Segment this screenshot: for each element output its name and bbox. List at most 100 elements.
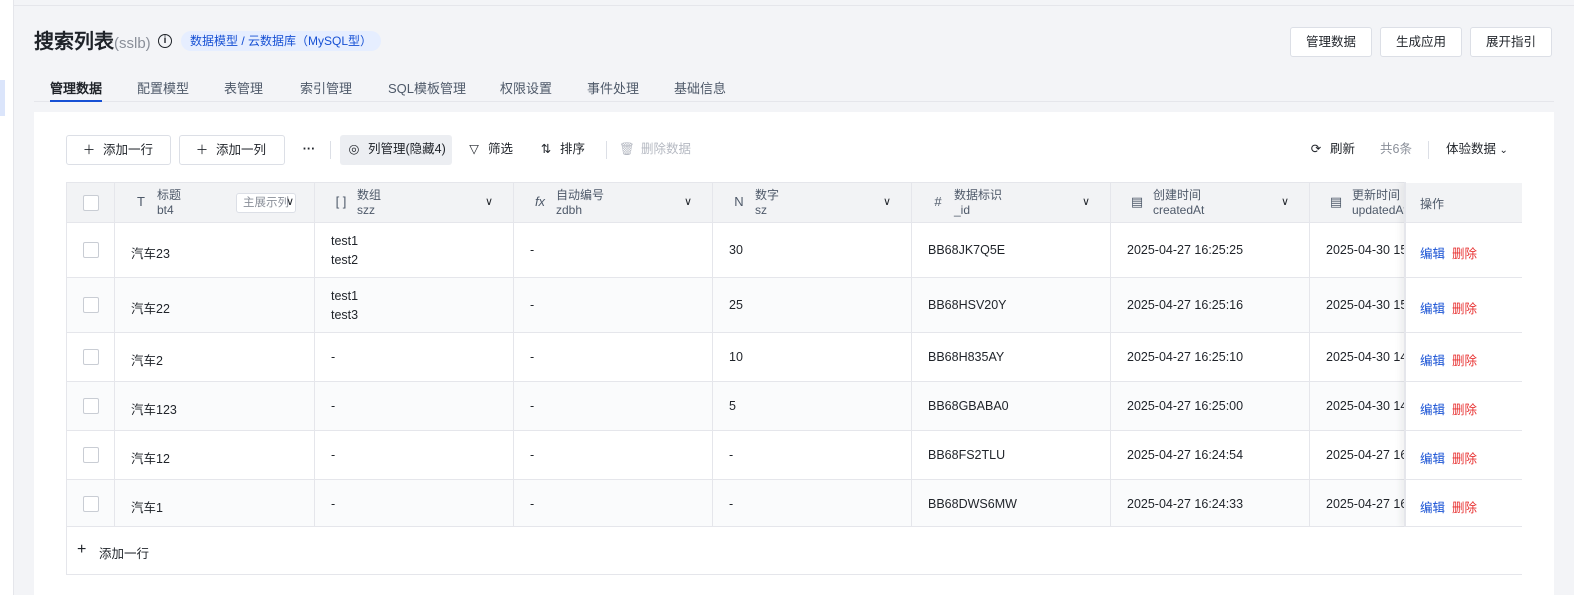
chevron-down-icon[interactable]: ∨ <box>1281 195 1289 208</box>
delete-link[interactable]: 删除 <box>1452 497 1477 516</box>
cell-array[interactable]: - <box>315 431 514 479</box>
add-row-footer[interactable]: + 添加一行 <box>66 527 1522 575</box>
column-header-id[interactable]: # 数据标识 _id ∨ <box>912 183 1111 223</box>
delete-link[interactable]: 删除 <box>1452 350 1477 369</box>
chevron-down-icon[interactable]: ∨ <box>684 195 692 208</box>
column-header-title[interactable]: T 标题 bt4 主展示列 ∨ <box>115 183 315 223</box>
cell-array[interactable]: test1 test2 <box>315 223 514 277</box>
cell-auto-number[interactable]: - <box>514 223 713 277</box>
edit-link[interactable]: 编辑 <box>1420 298 1445 317</box>
generate-app-button[interactable]: 生成应用 <box>1380 27 1462 57</box>
cell-id[interactable]: BB68GBABA0 <box>912 382 1111 430</box>
tab-table-manage[interactable]: 表管理 <box>224 78 263 102</box>
cell-created[interactable]: 2025-04-27 16:25:25 <box>1111 223 1310 277</box>
edit-link[interactable]: 编辑 <box>1420 243 1445 262</box>
sort-button[interactable]: ⇅ 排序 <box>538 135 598 165</box>
cell-title[interactable]: 汽车1 <box>115 480 315 526</box>
cell-created[interactable]: 2025-04-27 16:25:10 <box>1111 333 1310 381</box>
cell-created[interactable]: 2025-04-27 16:25:16 <box>1111 278 1310 332</box>
row-checkbox[interactable] <box>83 398 99 414</box>
cell-number[interactable]: 30 <box>713 223 912 277</box>
tab-permissions[interactable]: 权限设置 <box>500 78 552 102</box>
row-select-cell <box>67 278 115 332</box>
refresh-button[interactable]: ⟳ 刷新 <box>1308 135 1364 165</box>
cell-number[interactable]: 25 <box>713 278 912 332</box>
tab-events[interactable]: 事件处理 <box>587 78 639 102</box>
environment-select[interactable]: 体验数据 ⌄ <box>1446 135 1522 165</box>
cell-created[interactable]: 2025-04-27 16:24:54 <box>1111 431 1310 479</box>
cell-id[interactable]: BB68FS2TLU <box>912 431 1111 479</box>
row-checkbox[interactable] <box>83 447 99 463</box>
cell-auto-number[interactable]: - <box>514 382 713 430</box>
chevron-down-icon[interactable]: ∨ <box>286 195 294 208</box>
cell-created[interactable]: 2025-04-27 16:24:33 <box>1111 480 1310 526</box>
cell-number[interactable]: 5 <box>713 382 912 430</box>
breadcrumb[interactable]: 数据模型 / 云数据库（MySQL型） <box>181 31 382 51</box>
cell-auto-number[interactable]: - <box>514 333 713 381</box>
row-checkbox[interactable] <box>83 242 99 258</box>
cell-created[interactable]: 2025-04-27 16:25:00 <box>1111 382 1310 430</box>
delete-link[interactable]: 删除 <box>1452 243 1477 262</box>
row-checkbox[interactable] <box>83 349 99 365</box>
cell-id[interactable]: BB68DWS6MW <box>912 480 1111 526</box>
tab-sql-template[interactable]: SQL模板管理 <box>388 78 466 102</box>
cell-title[interactable]: 汽车12 <box>115 431 315 479</box>
cell-title[interactable]: 汽车22 <box>115 278 315 332</box>
cell-title[interactable]: 汽车23 <box>115 223 315 277</box>
table-row[interactable]: 汽车123 - - 5 BB68GBABA0 2025-04-27 16:25:… <box>67 382 1522 431</box>
tab-manage-data[interactable]: 管理数据 <box>50 78 103 102</box>
edit-link[interactable]: 编辑 <box>1420 350 1445 369</box>
table-row[interactable]: 汽车2 - - 10 BB68H835AY 2025-04-27 16:25:1… <box>67 333 1522 382</box>
tab-basic-info[interactable]: 基础信息 <box>674 78 726 102</box>
top-divider <box>14 5 1574 6</box>
cell-id[interactable]: BB68H835AY <box>912 333 1111 381</box>
add-column-button[interactable]: ＋ 添加一列 <box>179 135 285 165</box>
info-icon[interactable]: i <box>158 34 172 48</box>
select-all-cell <box>67 183 115 223</box>
expand-guide-button[interactable]: 展开指引 <box>1470 27 1552 57</box>
table-row[interactable]: 汽车22 test1 test3 - 25 BB68HSV20Y 2025-04-… <box>67 278 1522 333</box>
table-row[interactable]: 汽车23 test1 test2 - 30 BB68JK7Q5E 2025-04-… <box>67 223 1522 278</box>
column-header-number[interactable]: N 数字 sz ∨ <box>713 183 912 223</box>
column-header-auto-number[interactable]: fx 自动编号 zdbh ∨ <box>514 183 713 223</box>
more-icon[interactable]: ··· <box>296 135 322 165</box>
chevron-down-icon[interactable]: ∨ <box>485 195 493 208</box>
edit-link[interactable]: 编辑 <box>1420 399 1445 418</box>
manage-data-button[interactable]: 管理数据 <box>1290 27 1372 57</box>
delete-link[interactable]: 删除 <box>1452 298 1477 317</box>
tab-config-model[interactable]: 配置模型 <box>137 78 189 102</box>
delete-link[interactable]: 删除 <box>1452 399 1477 418</box>
cell-id[interactable]: BB68HSV20Y <box>912 278 1111 332</box>
select-all-checkbox[interactable] <box>83 195 99 211</box>
cell-array[interactable]: - <box>315 480 514 526</box>
table-row[interactable]: 汽车12 - - - BB68FS2TLU 2025-04-27 16:24:5… <box>67 431 1522 480</box>
cell-title[interactable]: 汽车2 <box>115 333 315 381</box>
chevron-down-icon[interactable]: ∨ <box>1082 195 1090 208</box>
row-checkbox[interactable] <box>83 496 99 512</box>
cell-array[interactable]: test1 test3 <box>315 278 514 332</box>
edit-link[interactable]: 编辑 <box>1420 497 1445 516</box>
column-header-array[interactable]: [ ] 数组 szz ∨ <box>315 183 514 223</box>
row-checkbox[interactable] <box>83 297 99 313</box>
cell-auto-number[interactable]: - <box>514 431 713 479</box>
table-row[interactable]: 汽车1 - - - BB68DWS6MW 2025-04-27 16:24:33… <box>67 480 1522 527</box>
cell-array[interactable]: - <box>315 382 514 430</box>
delete-link[interactable]: 删除 <box>1452 448 1477 467</box>
cell-auto-number[interactable]: - <box>514 278 713 332</box>
column-manage-button[interactable]: ◎ 列管理(隐藏4) <box>340 135 452 165</box>
cell-title[interactable]: 汽车123 <box>115 382 315 430</box>
cell-number[interactable]: - <box>713 480 912 526</box>
tab-index-manage[interactable]: 索引管理 <box>300 78 352 102</box>
column-header-created[interactable]: ▤ 创建时间 createdAt ∨ <box>1111 183 1310 223</box>
cell-number[interactable]: - <box>713 431 912 479</box>
delete-data-button[interactable]: 🗑 删除数据 <box>619 135 699 165</box>
add-row-button[interactable]: ＋ 添加一行 <box>66 135 171 165</box>
filter-button[interactable]: ▽ 筛选 <box>466 135 526 165</box>
cell-array[interactable]: - <box>315 333 514 381</box>
cell-number[interactable]: 10 <box>713 333 912 381</box>
chevron-down-icon[interactable]: ∨ <box>883 195 891 208</box>
cell-auto-number[interactable]: - <box>514 480 713 526</box>
cell-id[interactable]: BB68JK7Q5E <box>912 223 1111 277</box>
edit-link[interactable]: 编辑 <box>1420 448 1445 467</box>
cell-text: - <box>530 350 535 364</box>
